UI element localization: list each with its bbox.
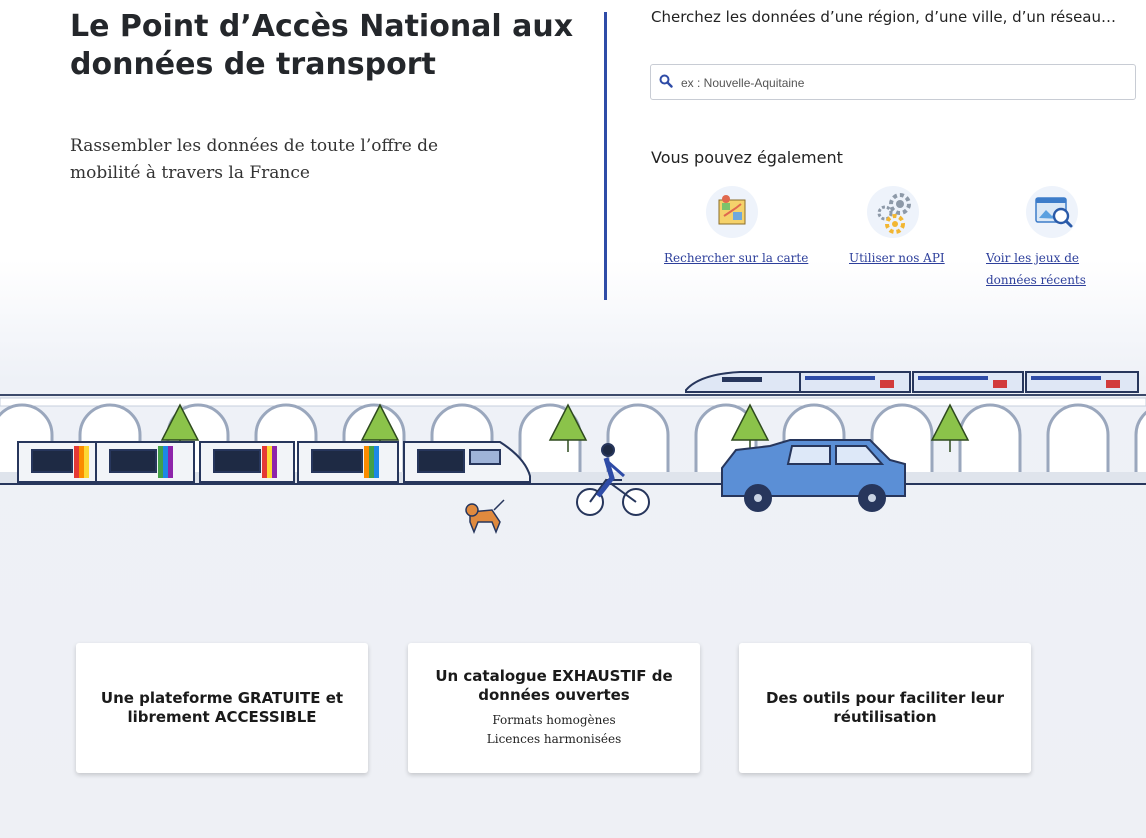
map-icon [706,186,758,238]
feature-card-tools: Des outils pour faciliter leur réutilisa… [739,643,1031,773]
also-title: Vous pouvez également [651,148,843,167]
vertical-divider [604,12,607,300]
recent-datasets-label-line2: données récents [986,273,1086,287]
dog [465,499,505,535]
recent-datasets-label-line1: Voir les jeux de [986,251,1080,265]
dataset-search-icon [1026,186,1078,238]
feature-card-title: Une plateforme GRATUITE et librement ACC… [100,689,344,726]
search-input[interactable] [679,65,1123,101]
high-speed-train [685,371,1139,393]
transport-illustration [0,371,1146,535]
api-label: Utiliser nos API [849,251,945,265]
gears-icon [867,186,919,238]
feature-card-detail: Formats homogènes [492,713,616,727]
page-title: Le Point d’Accès National aux données de… [70,9,574,82]
search-label: Cherchez les données d’une région, d’une… [651,8,1116,26]
search-box[interactable] [650,64,1136,101]
feature-card-title: Des outils pour faciliter leur réutilisa… [765,689,1005,726]
hero-subtitle: Rassembler les données de toute l’offre … [70,136,439,183]
map-search-label: Rechercher sur la carte [664,251,809,265]
feature-card-catalogue: Un catalogue EXHAUSTIF de données ouvert… [408,643,700,773]
feature-card-free: Une plateforme GRATUITE et librement ACC… [76,643,368,773]
search-icon [659,74,673,88]
feature-card-detail: Licences harmonisées [486,732,622,746]
car [721,439,906,512]
feature-card-title: Un catalogue EXHAUSTIF de données ouvert… [435,667,673,704]
